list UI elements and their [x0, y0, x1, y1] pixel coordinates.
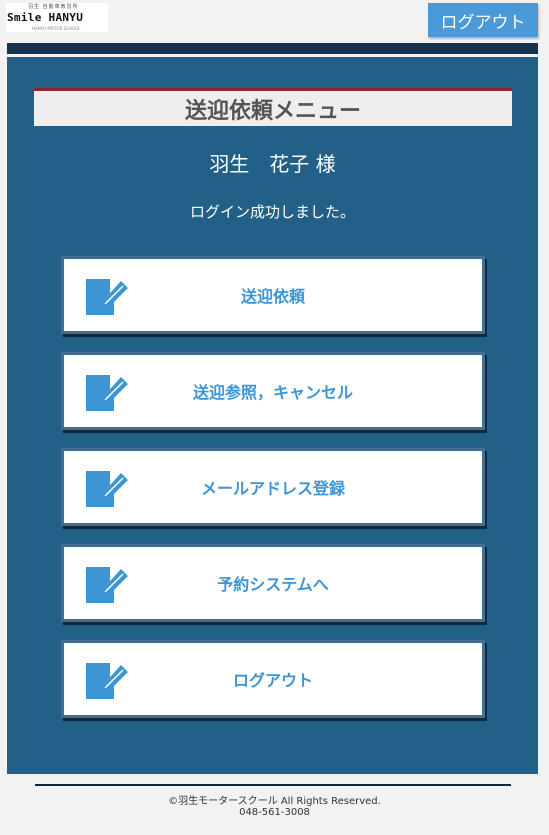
top-band — [7, 43, 538, 54]
pickup-view-cancel-button[interactable]: 送迎参照，キャンセル — [61, 352, 485, 430]
reservation-system-button[interactable]: 予約システムへ — [61, 544, 485, 622]
pickup-request-button[interactable]: 送迎依頼 — [61, 256, 485, 334]
login-success-message: ログイン成功しました。 — [189, 203, 355, 221]
header: 羽生 自動車教習所 Smile HANYU HANYU MOTOR SCHOOL… — [0, 0, 549, 42]
smile-hanyu-logo[interactable]: 羽生 自動車教習所 Smile HANYU HANYU MOTOR SCHOOL — [6, 3, 108, 32]
logout-menu-button[interactable]: ログアウト — [61, 640, 485, 718]
page-title: 送迎依頼メニュー — [184, 98, 361, 124]
menu-item-label: メールアドレス登録 — [200, 479, 345, 498]
logo-top-text: 羽生 自動車教習所 — [28, 4, 79, 10]
email-register-button[interactable]: メールアドレス登録 — [61, 448, 485, 526]
menu-item-label: 送迎参照，キャンセル — [192, 383, 353, 402]
menu-item-label: 送迎依頼 — [240, 287, 305, 306]
main-panel: 送迎依頼メニュー 羽生 花子 様 ログイン成功しました。 送迎依頼 送迎参照，キ… — [7, 57, 538, 774]
user-name: 羽生 花子 様 — [209, 152, 336, 176]
logout-button-top[interactable]: ログアウト — [428, 3, 538, 37]
menu-title-box: 送迎依頼メニュー — [34, 88, 512, 126]
menu-item-label: 予約システムへ — [217, 575, 329, 594]
footer-divider — [35, 784, 511, 786]
phone-number: 048-561-3008 — [239, 807, 310, 818]
logo-main-text: Smile HANYU — [7, 11, 84, 24]
logo-sub-text: HANYU MOTOR SCHOOL — [32, 26, 81, 31]
copyright-text: ©羽生モータースクール All Rights Reserved. — [168, 796, 381, 807]
menu-item-label: ログアウト — [232, 671, 313, 690]
